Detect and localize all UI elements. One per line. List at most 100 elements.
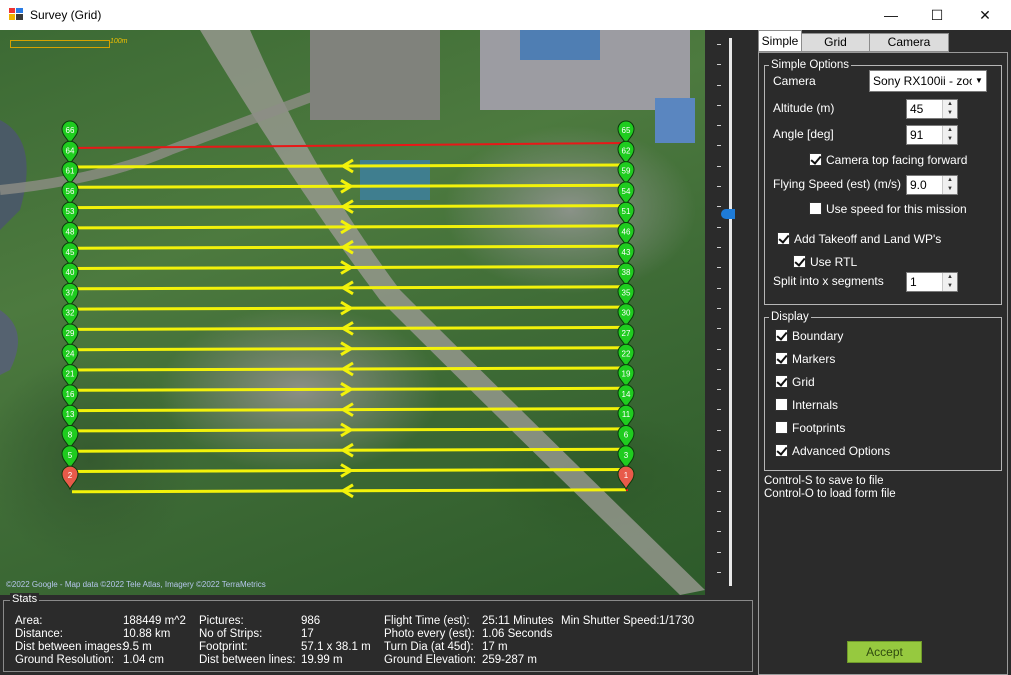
display-checkbox[interactable] xyxy=(775,398,788,411)
waypoint-number: 32 xyxy=(66,309,75,318)
waypoint-number: 19 xyxy=(622,370,631,379)
zoom-tick xyxy=(717,85,721,86)
zoom-tick xyxy=(717,491,721,492)
use-speed-checkbox[interactable] xyxy=(809,202,822,215)
zoom-tick xyxy=(717,572,721,573)
flying-speed-value[interactable]: 9.0 xyxy=(910,178,927,192)
accept-button[interactable]: Accept xyxy=(847,641,922,663)
tab-grid-options[interactable]: Grid Options xyxy=(801,33,870,66)
takeoff-land-checkbox[interactable] xyxy=(777,232,790,245)
waypoint-number: 2 xyxy=(68,471,73,480)
waypoint-number: 61 xyxy=(66,167,75,176)
strips-label: No of Strips: xyxy=(199,628,263,640)
building-blue xyxy=(655,98,695,143)
display-item-label: Grid xyxy=(792,375,815,389)
building-roof-blue xyxy=(520,30,600,60)
zoom-tick xyxy=(717,552,721,553)
strips-value: 17 xyxy=(301,628,314,640)
waypoint-number: 27 xyxy=(622,329,631,338)
footprint-value: 57.1 x 38.1 m xyxy=(301,641,371,653)
waypoint-number: 3 xyxy=(624,451,629,460)
ground-res-label: Ground Resolution: xyxy=(15,654,115,666)
flight-time-value: 25:11 Minutes xyxy=(482,615,554,627)
waypoint-number: 5 xyxy=(68,451,73,460)
spin-up-icon[interactable]: ▲ xyxy=(943,176,957,185)
min-shutter-label: Min Shutter Speed: xyxy=(561,615,660,627)
flying-speed-stepper[interactable]: 9.0 ▲ ▼ xyxy=(906,175,958,195)
zoom-tick xyxy=(717,328,721,329)
pond-shape xyxy=(0,310,18,375)
area-label: Area: xyxy=(15,615,43,627)
zoom-tick xyxy=(717,511,721,512)
title-bar: Survey (Grid) — ☐ ✕ xyxy=(0,0,1011,30)
waypoint-number: 8 xyxy=(68,431,73,440)
waypoint-number: 45 xyxy=(66,248,75,257)
waypoint-number: 29 xyxy=(66,329,75,338)
altitude-value[interactable]: 45 xyxy=(910,102,923,116)
spin-up-icon[interactable]: ▲ xyxy=(943,126,957,135)
waypoint-number: 21 xyxy=(66,370,75,379)
waypoint-number: 6 xyxy=(624,431,629,440)
angle-value[interactable]: 91 xyxy=(910,128,923,142)
camera-select[interactable]: Sony RX100ii - zoom ▼ xyxy=(869,70,987,92)
turn-dia-value: 17 m xyxy=(482,641,508,653)
zoom-tick xyxy=(717,64,721,65)
tab-simple[interactable]: Simple xyxy=(758,30,802,52)
waypoint-number: 13 xyxy=(66,410,75,419)
spin-down-icon[interactable]: ▼ xyxy=(943,185,957,194)
angle-stepper[interactable]: 91 ▲ ▼ xyxy=(906,125,958,145)
pictures-value: 986 xyxy=(301,615,321,627)
zoom-tick xyxy=(717,44,721,45)
split-stepper[interactable]: 1 ▲ ▼ xyxy=(906,272,958,292)
waypoint-number: 56 xyxy=(66,187,75,196)
flight-time-label: Flight Time (est): xyxy=(384,615,470,627)
split-spin[interactable]: ▲ ▼ xyxy=(942,273,957,291)
altitude-spin[interactable]: ▲ ▼ xyxy=(942,100,957,118)
spin-down-icon[interactable]: ▼ xyxy=(943,109,957,118)
spin-up-icon[interactable]: ▲ xyxy=(943,273,957,282)
spin-down-icon[interactable]: ▼ xyxy=(943,282,957,291)
camera-top-checkbox[interactable] xyxy=(809,153,822,166)
zoom-tick xyxy=(717,267,721,268)
display-checkbox[interactable] xyxy=(775,352,788,365)
lake-shape xyxy=(0,120,27,230)
display-legend: Display xyxy=(771,311,809,323)
min-shutter-value: 1/1730 xyxy=(659,615,695,627)
dist-lines-label: Dist between lines: xyxy=(199,654,296,666)
zoom-track[interactable] xyxy=(729,38,732,586)
zoom-tick xyxy=(717,145,721,146)
zoom-tick xyxy=(717,389,721,390)
spin-down-icon[interactable]: ▼ xyxy=(943,135,957,144)
angle-spin[interactable]: ▲ ▼ xyxy=(942,126,957,144)
minimize-button[interactable]: — xyxy=(868,0,914,30)
save-note: Control-S to save to file xyxy=(764,475,884,487)
display-checkbox[interactable] xyxy=(775,421,788,434)
waypoint-number: 37 xyxy=(66,288,75,297)
zoom-thumb[interactable] xyxy=(721,209,735,219)
zoom-tick xyxy=(717,206,721,207)
ground-elev-label: Ground Elevation: xyxy=(384,654,477,666)
map-copyright: ©2022 Google - Map data ©2022 Tele Atlas… xyxy=(6,580,266,589)
zoom-slider[interactable] xyxy=(705,30,755,595)
footprint-label: Footprint: xyxy=(199,641,248,653)
scale-bar xyxy=(10,40,110,48)
waypoint-markers-right: 65 62 59 54 51 46 43 38 35 30 27 22 19 14 11 6 3 1 xyxy=(617,120,635,491)
display-checkbox[interactable] xyxy=(775,444,788,457)
zoom-tick xyxy=(717,247,721,248)
display-item-label: Internals xyxy=(792,398,839,412)
close-button[interactable]: ✕ xyxy=(962,0,1008,30)
use-rtl-checkbox[interactable] xyxy=(793,255,806,268)
waypoint-number: 59 xyxy=(622,167,631,176)
maximize-button[interactable]: ☐ xyxy=(914,0,960,30)
ground-res-value: 1.04 cm xyxy=(123,654,164,666)
display-item-label: Advanced Options xyxy=(792,444,891,458)
map-view[interactable]: 66 64 61 56 53 48 45 40 37 32 29 24 21 16 13 8 5 2 65 62 59… xyxy=(0,30,705,595)
display-checkbox[interactable] xyxy=(775,375,788,388)
tab-camera-config[interactable]: Camera Config xyxy=(869,33,949,66)
flying-speed-spin[interactable]: ▲ ▼ xyxy=(942,176,957,194)
spin-up-icon[interactable]: ▲ xyxy=(943,100,957,109)
display-checkbox[interactable] xyxy=(775,329,788,342)
split-value[interactable]: 1 xyxy=(910,275,917,289)
altitude-stepper[interactable]: 45 ▲ ▼ xyxy=(906,99,958,119)
chevron-down-icon[interactable]: ▼ xyxy=(972,71,986,91)
